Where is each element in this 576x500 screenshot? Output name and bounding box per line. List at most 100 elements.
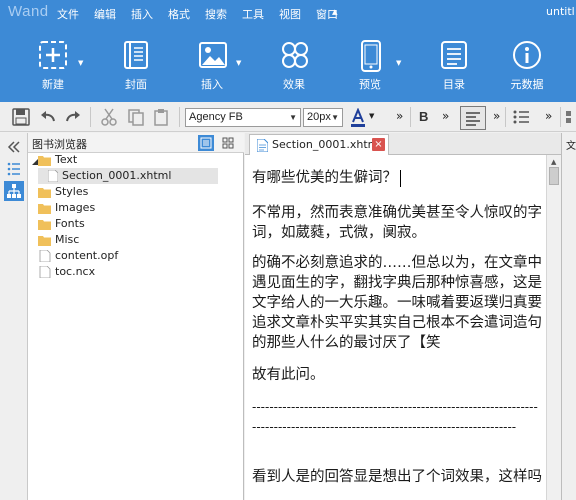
menu-format[interactable]: 格式 (168, 6, 190, 22)
toolbar-overflow[interactable] (565, 108, 576, 126)
insert-button[interactable] (198, 40, 228, 70)
editor-pane[interactable]: 有哪些优美的生僻词？ 不常用，然而表意准确优美甚至令人惊叹的字词，如葳蕤，式微，… (245, 155, 546, 500)
metadata-button[interactable] (512, 40, 542, 70)
tree-item-label: Fonts (55, 217, 85, 230)
document-title: untitl (546, 5, 575, 18)
align-left-icon (466, 112, 480, 126)
toc-icon (441, 41, 467, 69)
copy-icon (128, 109, 144, 126)
font-size-select[interactable]: 20px ▼ (303, 108, 343, 127)
save-button[interactable] (12, 108, 30, 126)
tree-file-section-0001[interactable]: Section_0001.xhtml (38, 168, 218, 184)
toolbar-divider (90, 107, 91, 127)
bold-button[interactable]: B (419, 109, 428, 124)
undo-icon (41, 111, 55, 122)
cover-button[interactable] (122, 40, 150, 70)
metadata-label: 元数据 (510, 78, 544, 91)
menu-edit[interactable]: 编辑 (94, 6, 116, 22)
toc-panel-button[interactable] (4, 159, 24, 179)
menu-insert[interactable]: 插入 (131, 6, 153, 22)
editor-tab-bar: Section_0001.xhtml × (245, 133, 561, 155)
book-browser-title: 图书浏览器 (32, 138, 87, 151)
scrollbar-thumb[interactable] (549, 167, 559, 185)
book-browser-button[interactable] (4, 181, 24, 201)
list-button[interactable] (512, 108, 530, 126)
toc-button[interactable] (440, 40, 468, 70)
separator-line: ----------------------------------------… (252, 400, 538, 434)
scroll-up-icon[interactable]: ▲ (551, 158, 556, 166)
font-color-icon (351, 108, 365, 127)
toolbar-divider (505, 107, 506, 127)
menu-search[interactable]: 搜索 (205, 6, 227, 22)
tree-file-toc-ncx[interactable]: toc.ncx (38, 264, 95, 280)
align-left-button[interactable] (460, 106, 486, 130)
title-bar: Wand 文件 编辑 插入 格式 搜索 工具 视图 窗口 ▴ untitl (0, 0, 576, 26)
ribbon: ▼ 新建 封面 ▼ 插入 效果 ▼ 预览 目录 元数据 (0, 26, 576, 102)
image-icon (199, 42, 227, 68)
paragraph: 的确不必刻意追求的……但总以为，在文章中遇见面生的字，翻找字典后那种惊喜感，这是… (252, 255, 542, 351)
grid-icon (566, 111, 571, 123)
more-chevron-icon[interactable]: » (493, 109, 500, 123)
tree-item-label: Styles (55, 185, 89, 198)
tree-folder-images[interactable]: Images (38, 200, 95, 216)
grid-view-icon (222, 137, 234, 149)
cut-button[interactable] (100, 108, 118, 126)
tree-folder-text[interactable]: Text (38, 152, 77, 168)
insert-label: 插入 (201, 78, 223, 91)
folder-icon (38, 187, 51, 198)
menu-view[interactable]: 视图 (279, 6, 301, 22)
menu-bar: 文件 编辑 插入 格式 搜索 工具 视图 窗口 (57, 6, 353, 22)
right-panel-label: 文 (566, 141, 576, 152)
preview-button[interactable] (360, 40, 382, 72)
redo-button[interactable] (64, 108, 82, 126)
font-color-button[interactable] (349, 108, 367, 127)
redo-icon (66, 111, 80, 122)
paste-button[interactable] (152, 108, 170, 126)
preview-dropdown-icon[interactable]: ▼ (396, 59, 401, 67)
new-label: 新建 (42, 78, 64, 91)
font-color-dropdown-icon[interactable]: ▼ (369, 112, 374, 120)
tab-section-0001[interactable]: Section_0001.xhtml × (249, 134, 389, 155)
ribbon-collapse-icon[interactable]: ▴ (332, 5, 338, 18)
grid-view-button[interactable] (220, 135, 236, 151)
font-size-value: 20px (307, 111, 331, 123)
copy-button[interactable] (127, 108, 145, 126)
scissors-icon (101, 108, 117, 126)
new-dropdown-icon[interactable]: ▼ (78, 59, 83, 67)
tree-item-label: Text (55, 153, 78, 166)
undo-button[interactable] (39, 108, 57, 126)
effects-button[interactable] (280, 40, 310, 70)
book-browser-panel: 图书浏览器 ◢ Text Section_0001.xhtml Styles I… (28, 133, 244, 500)
format-toolbar: Agency FB ▼ 20px ▼ ▼ » B » » » (0, 102, 576, 132)
effects-icon (282, 42, 308, 68)
toc-label: 目录 (443, 78, 465, 91)
folder-icon (38, 155, 51, 166)
more-chevron-icon[interactable]: » (545, 109, 552, 123)
book-icon (124, 41, 148, 69)
info-icon (513, 41, 541, 69)
menu-tools[interactable]: 工具 (242, 6, 264, 22)
more-chevron-icon[interactable]: » (442, 109, 449, 123)
editor-scrollbar[interactable]: ▲ (546, 155, 561, 500)
font-family-select[interactable]: Agency FB ▼ (185, 108, 301, 127)
paragraph: 不常用，然而表意准确优美甚至令人惊叹的字词，如葳蕤，式微，阒寂。 (252, 205, 542, 241)
tree-folder-misc[interactable]: Misc (38, 232, 79, 248)
right-panel: 文 (561, 133, 576, 500)
new-document-icon (39, 41, 67, 69)
toolbar-divider (410, 107, 411, 127)
tree-folder-fonts[interactable]: Fonts (38, 216, 85, 232)
close-icon[interactable]: × (372, 138, 385, 151)
list-view-icon (200, 137, 212, 149)
list-view-button[interactable] (198, 135, 214, 151)
tree-file-content-opf[interactable]: content.opf (38, 248, 118, 264)
insert-dropdown-icon[interactable]: ▼ (236, 59, 241, 67)
tree-folder-styles[interactable]: Styles (38, 184, 88, 200)
collapse-panel-button[interactable] (4, 137, 24, 157)
list-icon (513, 110, 529, 124)
list-icon (7, 162, 20, 176)
more-chevron-icon[interactable]: » (396, 109, 403, 123)
phone-icon (361, 40, 381, 72)
folder-icon (38, 203, 51, 214)
new-button[interactable] (38, 40, 68, 70)
menu-file[interactable]: 文件 (57, 6, 79, 22)
